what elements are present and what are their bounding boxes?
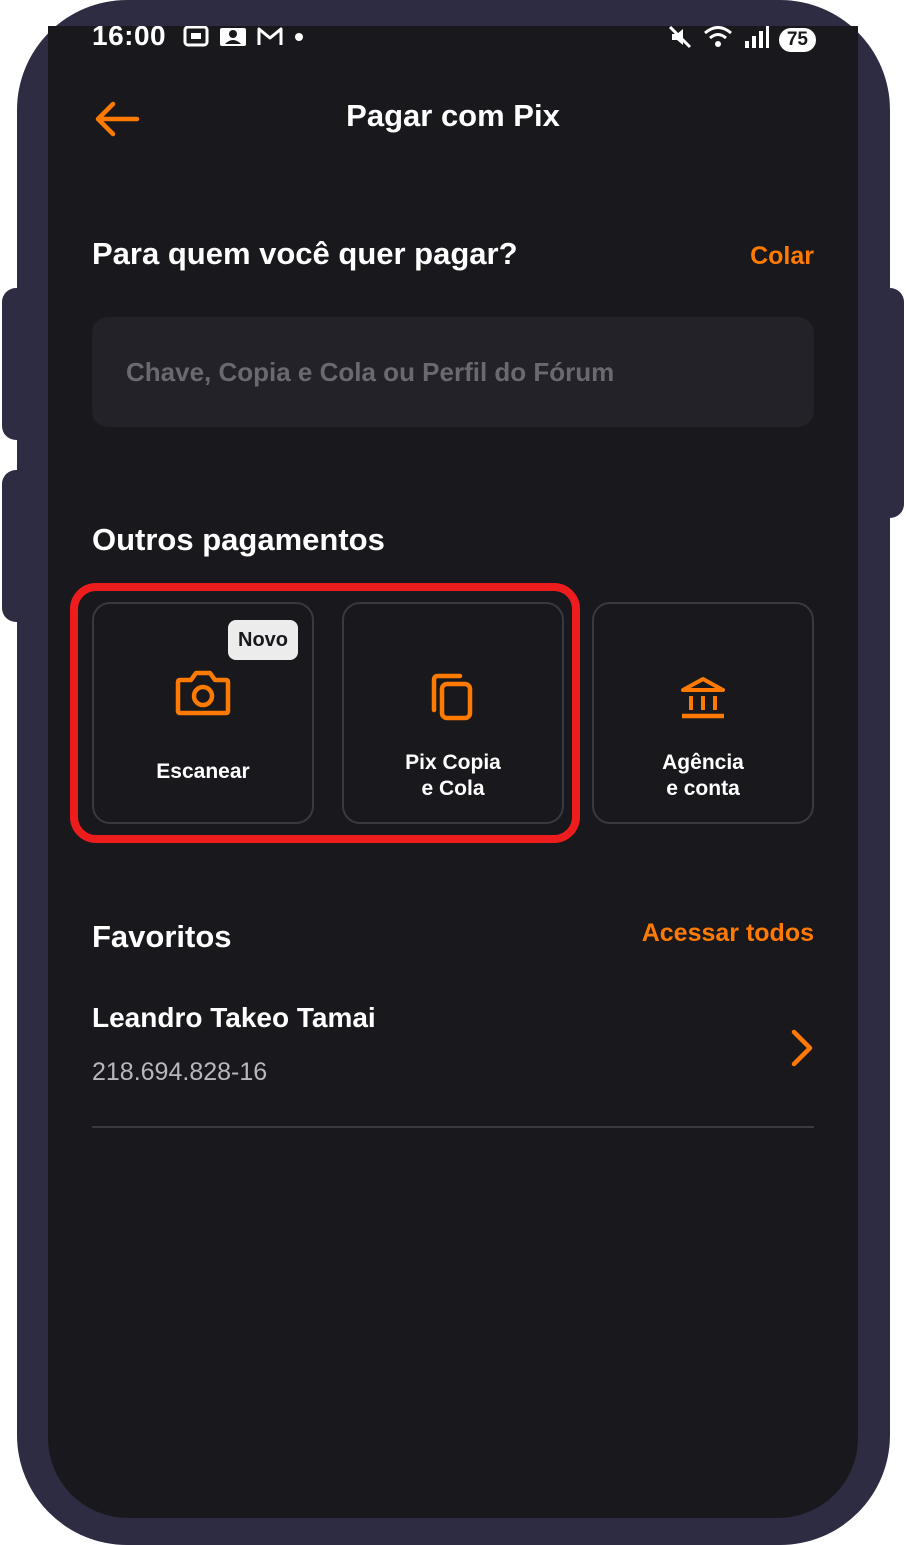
bank-icon bbox=[594, 676, 812, 722]
status-time: 16:00 bbox=[92, 26, 167, 51]
favorite-document: 218.694.828-16 bbox=[92, 1058, 268, 1086]
scan-option-label: Escanear bbox=[156, 760, 250, 783]
favorite-name: Leandro Takeo Tamai bbox=[92, 1002, 376, 1033]
mute-icon bbox=[667, 26, 693, 55]
other-payments-title: Outros pagamentos bbox=[92, 522, 385, 557]
wifi-icon bbox=[703, 26, 733, 55]
side-button-left-bottom bbox=[2, 470, 32, 622]
agency-account-label-line1: Agência bbox=[662, 751, 744, 774]
notification-dot-icon bbox=[292, 26, 306, 53]
recipient-question: Para quem você quer pagar? bbox=[92, 236, 518, 271]
pix-copy-paste-label-line2: e Cola bbox=[421, 777, 485, 800]
agency-account-label-line2: e conta bbox=[666, 777, 740, 800]
page-title: Pagar com Pix bbox=[346, 98, 560, 133]
paste-button[interactable]: Colar bbox=[750, 242, 814, 271]
favorites-title: Favoritos bbox=[92, 919, 232, 954]
pix-copy-paste-option-button[interactable]: Pix Copia e Cola bbox=[342, 602, 564, 824]
agency-account-label: Agência e conta bbox=[604, 750, 802, 802]
chevron-right-icon bbox=[790, 1028, 814, 1073]
access-all-link[interactable]: Acessar todos bbox=[642, 919, 814, 948]
pix-copy-paste-label-line1: Pix Copia bbox=[405, 751, 501, 774]
screenshot-icon bbox=[182, 26, 210, 53]
app-screen: 16:00 75 Pagar com Pix Para quem você qu… bbox=[48, 26, 858, 1518]
agency-account-option-button[interactable]: Agência e conta bbox=[592, 602, 814, 824]
signal-icon bbox=[743, 26, 769, 55]
status-icons-right: 75 bbox=[667, 26, 816, 55]
new-badge: Novo bbox=[228, 620, 298, 660]
copy-icon bbox=[344, 672, 562, 722]
status-icons-left bbox=[182, 26, 306, 53]
mail-icon bbox=[218, 26, 248, 53]
status-bar: 16:00 75 bbox=[48, 26, 858, 56]
gmail-icon bbox=[256, 26, 284, 53]
recipient-key-input[interactable] bbox=[92, 317, 814, 427]
scan-option-button[interactable]: Novo Escanear bbox=[92, 602, 314, 824]
side-button-right bbox=[874, 288, 904, 518]
header: Pagar com Pix bbox=[48, 86, 858, 150]
camera-icon bbox=[94, 668, 312, 718]
favorite-item[interactable]: Leandro Takeo Tamai 218.694.828-16 bbox=[92, 994, 814, 1128]
pix-copy-paste-label: Pix Copia e Cola bbox=[354, 750, 552, 802]
battery-indicator: 75 bbox=[778, 27, 816, 52]
side-button-left-top bbox=[2, 288, 32, 440]
